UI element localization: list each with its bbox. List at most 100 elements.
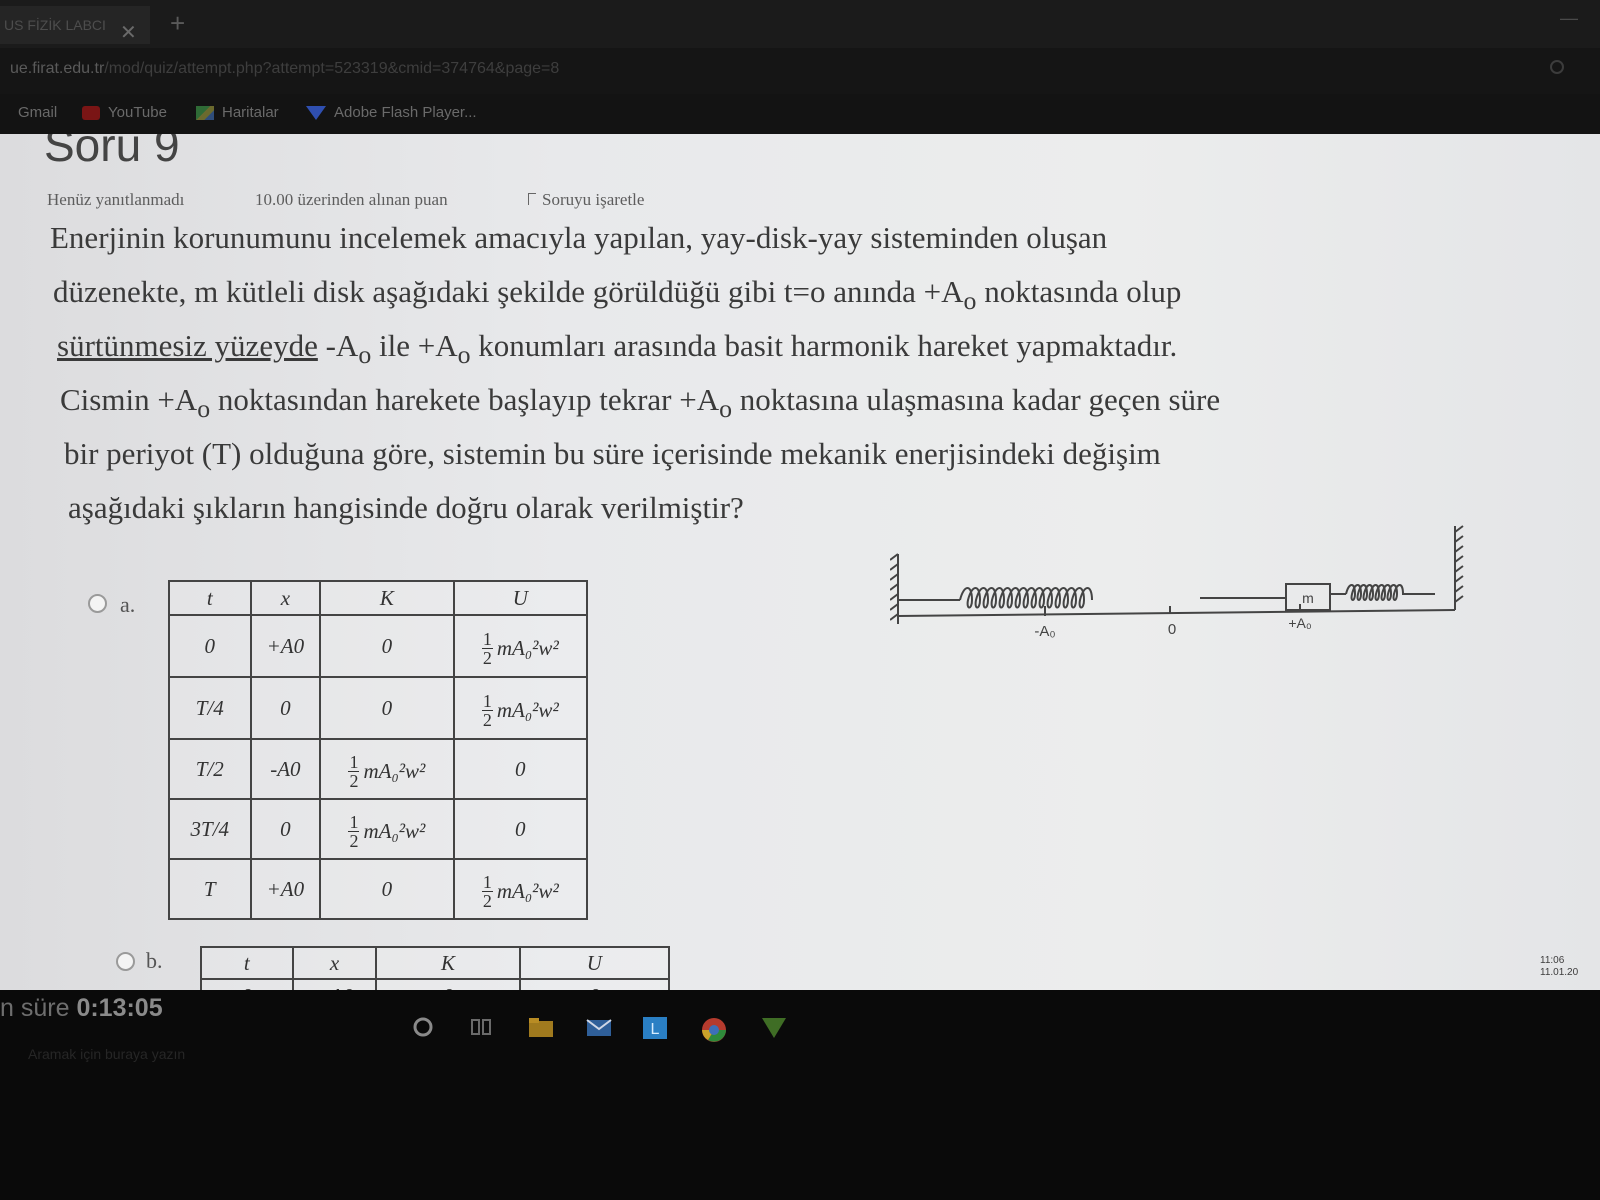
text-span: 1 xyxy=(481,871,493,892)
tab-title: US FİZİK LABCI xyxy=(4,17,106,33)
text-span: noktasından harekete başlayıp tekrar +A xyxy=(210,382,720,417)
option-b-radio[interactable] xyxy=(116,952,135,971)
table-cell: 0 xyxy=(319,614,455,678)
right-wall-hatch xyxy=(1454,525,1464,603)
text-span: mA₀²w² xyxy=(363,818,426,843)
text-span: mA₀²w² xyxy=(496,635,559,660)
tab-strip: US FİZİK LABCI ✕ + — xyxy=(0,0,1600,48)
header-u: U xyxy=(452,580,589,616)
table-cell: T/2 xyxy=(168,738,252,800)
bookmark-youtube[interactable]: YouTube xyxy=(82,104,167,121)
bookmarks-bar: Gmail YouTube Haritalar Adobe Flash Play… xyxy=(0,94,1600,134)
question-status: Henüz yanıtlanmadı xyxy=(47,190,185,209)
text-span: -A xyxy=(317,328,359,363)
chrome-icon[interactable] xyxy=(700,1016,728,1044)
text-span: mA₀²w² xyxy=(363,758,426,783)
text-span: konumları arasında basit harmonik hareke… xyxy=(470,328,1178,363)
quiz-page: Soru 9 Henüz yanıtlanmadı 10.00 üzerinde… xyxy=(0,134,1600,990)
lync-app-icon[interactable]: L xyxy=(642,1016,668,1040)
question-text-line-3: sürtünmesiz yüzeyde -Ao ile +Ao konumlar… xyxy=(57,328,1177,370)
text-span: 1 xyxy=(348,811,360,832)
energy-fraction: 1 2 mA₀²w² xyxy=(452,858,589,920)
taskbar-search-hint[interactable]: Aramak için buraya yazın xyxy=(28,1046,185,1062)
table-cell: 0 xyxy=(249,798,322,860)
text-span: o xyxy=(197,394,211,424)
system-clock[interactable]: 11:06 11.01.20 xyxy=(1540,955,1578,979)
text-span: o xyxy=(719,394,733,424)
text-span: 2 xyxy=(349,830,359,851)
mass-label: m xyxy=(1302,590,1314,606)
youtube-icon xyxy=(82,105,100,120)
text-span: sürtünmesiz yüzeyde xyxy=(57,328,318,363)
table-cell: 0 xyxy=(452,738,589,800)
energy-fraction: 1 2 mA₀²w² xyxy=(319,798,455,860)
energy-fraction: 1 2 mA₀²w² xyxy=(319,738,455,800)
text-span: mA₀²w² xyxy=(496,697,559,722)
text-span: 1 xyxy=(348,751,360,772)
option-b-letter: b. xyxy=(146,948,163,973)
label-pos-a0: +A₀ xyxy=(1288,615,1312,631)
file-explorer-icon[interactable] xyxy=(528,1016,554,1038)
table-cell: 0 xyxy=(452,798,589,860)
address-bar[interactable]: ue.firat.edu.tr/mod/quiz/attempt.php?att… xyxy=(0,48,1600,94)
flag-icon xyxy=(528,193,536,205)
browser-tab[interactable]: US FİZİK LABCI ✕ xyxy=(0,6,150,44)
bookmark-label: Gmail xyxy=(18,104,58,121)
bookmark-gmail[interactable]: Gmail xyxy=(18,104,57,121)
text-span: 1 xyxy=(481,690,493,711)
table-cell: 0 xyxy=(200,978,294,990)
table-cell: t xyxy=(200,946,294,980)
text-span: noktasında olup xyxy=(976,274,1182,309)
left-wall-hatch xyxy=(890,553,899,621)
bookmark-label: Haritalar xyxy=(222,104,279,121)
vpn-app-icon[interactable] xyxy=(760,1016,788,1040)
close-tab-icon[interactable]: ✕ xyxy=(120,14,137,52)
bookmark-flash-player[interactable]: Adobe Flash Player... xyxy=(306,104,477,121)
table-cell: 0 xyxy=(319,858,455,920)
mail-icon[interactable] xyxy=(586,1016,614,1040)
option-b-table: t x K U 0+A000 xyxy=(200,946,671,990)
bookmark-haritalar[interactable]: Haritalar xyxy=(196,104,279,121)
text-span: o xyxy=(358,340,372,370)
floor-line xyxy=(897,609,1456,617)
task-view-icon[interactable] xyxy=(470,1016,492,1038)
table-cell: U xyxy=(518,946,671,980)
flag-question-link[interactable]: Soruyu işaretle xyxy=(528,190,644,210)
option-a-radio[interactable] xyxy=(88,594,107,613)
left-spring xyxy=(959,587,1093,609)
bookmark-label: Adobe Flash Player... xyxy=(334,104,477,121)
table-cell: +A0 xyxy=(249,858,322,920)
table-header-row: t x K U xyxy=(168,580,589,616)
quiz-timer: n süre 0:13:05 xyxy=(0,994,163,1023)
table-cell: T xyxy=(168,858,252,920)
flag-label: Soruyu işaretle xyxy=(542,190,645,209)
timer-value: 0:13:05 xyxy=(76,994,163,1022)
minimize-icon[interactable]: — xyxy=(1560,8,1578,29)
table-cell: 0 xyxy=(168,614,252,678)
flash-icon xyxy=(306,105,326,120)
maps-icon xyxy=(196,105,214,120)
table-cell: x xyxy=(291,946,378,980)
text-span: düzenekte, m kütleli disk aşağıdaki şeki… xyxy=(53,274,964,309)
question-title: Soru 9 xyxy=(44,134,180,171)
table-cell: +A0 xyxy=(249,614,322,678)
url-text[interactable]: ue.firat.edu.tr/mod/quiz/attempt.php?att… xyxy=(10,60,559,78)
table-cell: 3T/4 xyxy=(168,798,252,860)
url-path: /mod/quiz/attempt.php?attempt=523319&cmi… xyxy=(104,60,560,77)
text-span: 11.01.20 xyxy=(1540,967,1579,978)
text-span: 2 xyxy=(482,890,492,911)
new-tab-button[interactable]: + xyxy=(170,8,185,39)
table-cell: 0 xyxy=(518,978,671,990)
text-span: o xyxy=(457,340,471,370)
question-text-line-1: Enerjinin korunumunu incelemek amacıyla … xyxy=(50,220,1108,255)
zoom-icon[interactable] xyxy=(1550,60,1564,74)
table-cell: -A0 xyxy=(249,738,322,800)
text-span: noktasına ulaşmasına kadar geçen süre xyxy=(732,382,1221,417)
url-host: ue.firat.edu.tr xyxy=(10,60,105,77)
text-span: Cismin +A xyxy=(60,382,198,417)
table-cell: +A0 xyxy=(291,978,378,990)
table-row: T +A0 0 1 2 mA₀²w² xyxy=(168,858,589,920)
bookmark-label: YouTube xyxy=(108,104,167,121)
spring-mass-diagram: m -A₀ 0 +A₀ xyxy=(890,525,1464,640)
cortana-icon[interactable] xyxy=(412,1016,434,1038)
